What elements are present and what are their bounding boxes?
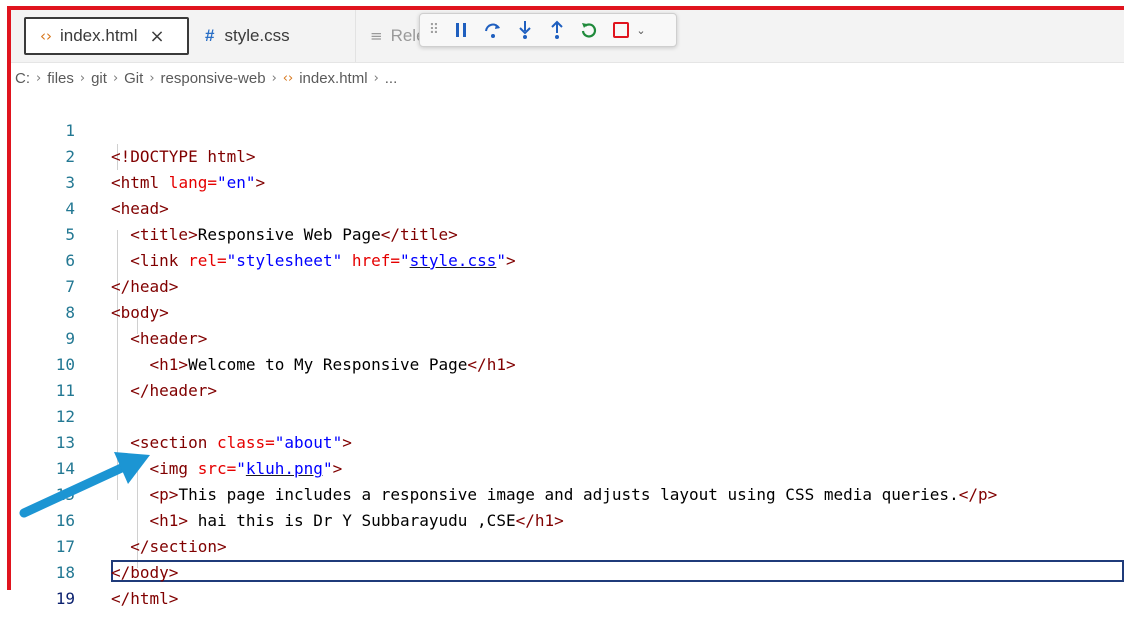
- tab-label: style.css: [224, 26, 290, 45]
- breadcrumb-item[interactable]: Git: [124, 70, 143, 87]
- html-file-icon: ‹›: [40, 27, 52, 45]
- tab-index-html[interactable]: ‹› index.html ×: [24, 17, 189, 55]
- breadcrumb-item[interactable]: ...: [385, 70, 398, 87]
- code-line: 16 </section>: [11, 482, 1124, 556]
- step-out-icon[interactable]: [546, 19, 568, 41]
- code-line: 3 <head>: [11, 144, 1124, 218]
- breadcrumb-item[interactable]: index.html: [299, 70, 367, 87]
- code-line: 13 <img src="kluh.png">: [11, 404, 1124, 478]
- tab-label: index.html: [60, 26, 138, 45]
- code-line: 15 <h1> hai this is Dr Y Subbarayudu ,CS…: [11, 456, 1124, 530]
- stop-icon[interactable]: [610, 19, 632, 41]
- chevron-right-icon: ›: [271, 70, 277, 86]
- code-line: 17 </body>: [11, 508, 1124, 582]
- code-line: 14 <p>This page includes a responsive im…: [11, 430, 1124, 504]
- chevron-right-icon: ›: [149, 70, 155, 86]
- chevron-right-icon: ›: [36, 70, 42, 86]
- restart-icon[interactable]: [578, 19, 600, 41]
- debug-toolbar: ⠿ ⌄: [419, 13, 677, 47]
- chevron-right-icon: ›: [112, 70, 119, 86]
- chevron-down-icon[interactable]: ⌄: [636, 19, 646, 41]
- close-icon[interactable]: ×: [149, 26, 164, 47]
- code-line: 2 <html lang="en">: [11, 118, 1124, 192]
- breadcrumb-item[interactable]: files: [47, 70, 74, 87]
- breadcrumb-item[interactable]: C:: [15, 70, 30, 87]
- code-line: 6 </head>: [11, 222, 1124, 296]
- drag-grip-icon[interactable]: ⠿: [428, 19, 440, 41]
- breadcrumb: C: › files › git › Git › responsive-web …: [15, 66, 397, 90]
- code-editor[interactable]: 1 <!DOCTYPE html> 2 <html lang="en"> 3 <…: [11, 92, 1124, 608]
- code-line: 12 <section class="about">: [11, 378, 1124, 452]
- code-line: 19: [11, 560, 1124, 608]
- breadcrumb-item[interactable]: git: [91, 70, 107, 87]
- code-token: </html>: [111, 589, 179, 608]
- code-line: 11: [11, 352, 1124, 400]
- pause-icon[interactable]: [450, 19, 472, 41]
- code-line: 10 </header>: [11, 326, 1124, 400]
- lines-icon: ≡: [370, 27, 383, 45]
- chevron-right-icon: ›: [79, 70, 86, 86]
- breadcrumb-item[interactable]: responsive-web: [161, 70, 266, 87]
- code-line: 9 <h1>Welcome to My Responsive Page</h1>: [11, 300, 1124, 374]
- code-line: 18 </html>: [11, 534, 1124, 608]
- code-line: 7 <body>: [11, 248, 1124, 322]
- code-line: 4 <title>Responsive Web Page</title>: [11, 170, 1124, 244]
- step-over-icon[interactable]: [482, 19, 504, 41]
- code-line: 1 <!DOCTYPE html>: [11, 92, 1124, 166]
- css-file-icon: #: [205, 26, 215, 45]
- code-line: 5 <link rel="stylesheet" href="style.css…: [11, 196, 1124, 270]
- html-file-icon: ‹›: [282, 70, 294, 86]
- tab-style-css[interactable]: # style.css: [191, 10, 356, 62]
- chevron-right-icon: ›: [373, 70, 379, 86]
- step-into-icon[interactable]: [514, 19, 536, 41]
- code-line: 8 <header>: [11, 274, 1124, 348]
